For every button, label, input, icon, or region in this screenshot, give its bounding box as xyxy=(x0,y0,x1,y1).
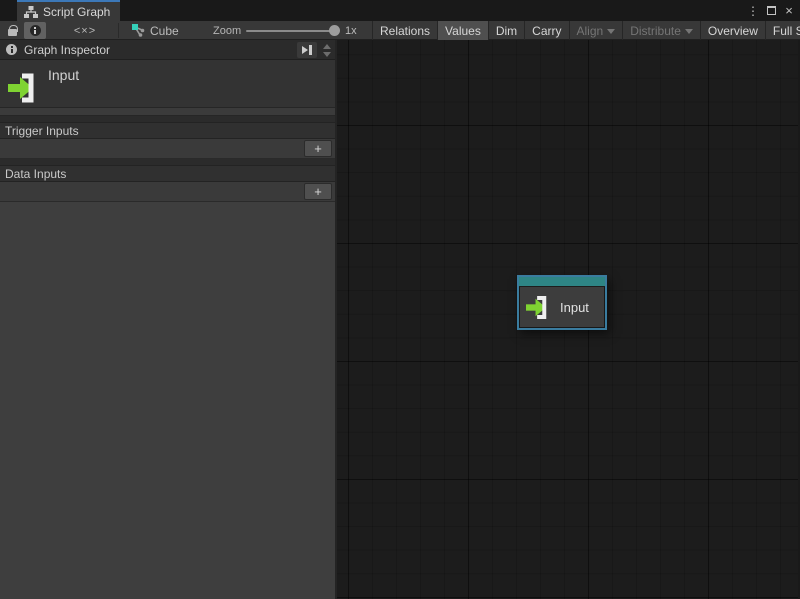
full-screen-button[interactable]: Full Screen xyxy=(765,21,800,40)
scroll-down-icon xyxy=(323,52,331,57)
distribute-button[interactable]: Distribute xyxy=(622,21,700,40)
tab-title: Script Graph xyxy=(43,5,110,19)
trigger-inputs-header: Trigger Inputs xyxy=(0,122,335,139)
dock-arrow-icon xyxy=(302,46,308,54)
overview-button[interactable]: Overview xyxy=(700,21,765,40)
graph-node-icon xyxy=(132,24,145,37)
values-button[interactable]: Values xyxy=(437,21,488,40)
title-bar: Script Graph ⋮ × xyxy=(0,0,800,21)
align-label: Align xyxy=(577,24,604,38)
lock-button[interactable] xyxy=(2,21,22,40)
maximize-box xyxy=(767,6,776,15)
inspector-empty-row xyxy=(0,108,335,116)
input-node-header xyxy=(519,277,605,287)
code-view-button[interactable]: <×> xyxy=(58,21,112,40)
chevron-down-icon xyxy=(607,29,615,34)
selected-node-preview: Input xyxy=(0,60,335,108)
toolbar-button-group: Relations Values Dim Carry Align Distrib… xyxy=(372,21,800,40)
graph-breadcrumb-button[interactable]: Cube xyxy=(126,21,185,40)
toolbar-separator xyxy=(118,23,119,38)
graph-inspector-title: Graph Inspector xyxy=(24,43,110,57)
graph-inspector-header: Graph Inspector xyxy=(0,40,335,60)
graph-inspector-panel: Graph Inspector Input Trigger Inputs xyxy=(0,40,337,599)
inspector-filler xyxy=(0,202,335,599)
node-title: Input xyxy=(48,67,79,83)
data-inputs-label: Data Inputs xyxy=(5,167,66,181)
zoom-label: Zoom xyxy=(213,21,241,40)
panel-scroll-spinner[interactable] xyxy=(320,41,333,60)
relations-label: Relations xyxy=(380,24,430,38)
data-inputs-header: Data Inputs xyxy=(0,165,335,182)
graph-canvas[interactable]: Input xyxy=(337,40,798,599)
input-node-body: Input xyxy=(519,287,605,328)
data-inputs-list: + xyxy=(0,182,335,202)
trigger-inputs-label: Trigger Inputs xyxy=(5,124,79,138)
close-icon[interactable]: × xyxy=(780,0,798,21)
values-label: Values xyxy=(445,24,481,38)
input-unit-icon xyxy=(8,71,42,105)
align-button[interactable]: Align xyxy=(569,21,623,40)
relations-button[interactable]: Relations xyxy=(372,21,437,40)
graph-toolbar: <×> Cube Zoom 1x Relations Values Dim Ca… xyxy=(0,21,800,40)
zoom-value: 1x xyxy=(345,21,357,40)
input-unit-icon xyxy=(526,294,553,321)
info-icon xyxy=(6,44,17,55)
script-graph-icon xyxy=(24,6,38,18)
full-screen-label: Full Screen xyxy=(773,24,800,38)
info-icon xyxy=(30,25,41,36)
carry-label: Carry xyxy=(532,24,561,38)
tab-script-graph[interactable]: Script Graph xyxy=(17,0,120,21)
add-data-input-button[interactable]: + xyxy=(304,183,332,200)
maximize-icon[interactable] xyxy=(762,0,780,21)
dock-panel-button[interactable] xyxy=(297,42,317,58)
input-node[interactable]: Input xyxy=(517,275,607,330)
distribute-label: Distribute xyxy=(630,24,681,38)
graph-name-label: Cube xyxy=(150,24,179,38)
window-content: Graph Inspector Input Trigger Inputs xyxy=(0,40,800,599)
dock-bar-icon xyxy=(309,45,312,55)
add-trigger-input-button[interactable]: + xyxy=(304,140,332,157)
dim-button[interactable]: Dim xyxy=(488,21,524,40)
input-node-label: Input xyxy=(560,300,589,315)
overview-label: Overview xyxy=(708,24,758,38)
inspector-toggle-button[interactable] xyxy=(24,22,46,39)
dim-label: Dim xyxy=(496,24,517,38)
lock-icon xyxy=(8,29,17,36)
chevron-down-icon xyxy=(685,29,693,34)
carry-button[interactable]: Carry xyxy=(524,21,568,40)
window-menu-icon[interactable]: ⋮ xyxy=(744,0,762,21)
zoom-slider-handle[interactable] xyxy=(329,25,340,36)
zoom-slider-track[interactable] xyxy=(246,30,336,32)
window-controls: ⋮ × xyxy=(744,0,798,21)
trigger-inputs-list: + xyxy=(0,139,335,159)
scroll-up-icon xyxy=(323,44,331,49)
